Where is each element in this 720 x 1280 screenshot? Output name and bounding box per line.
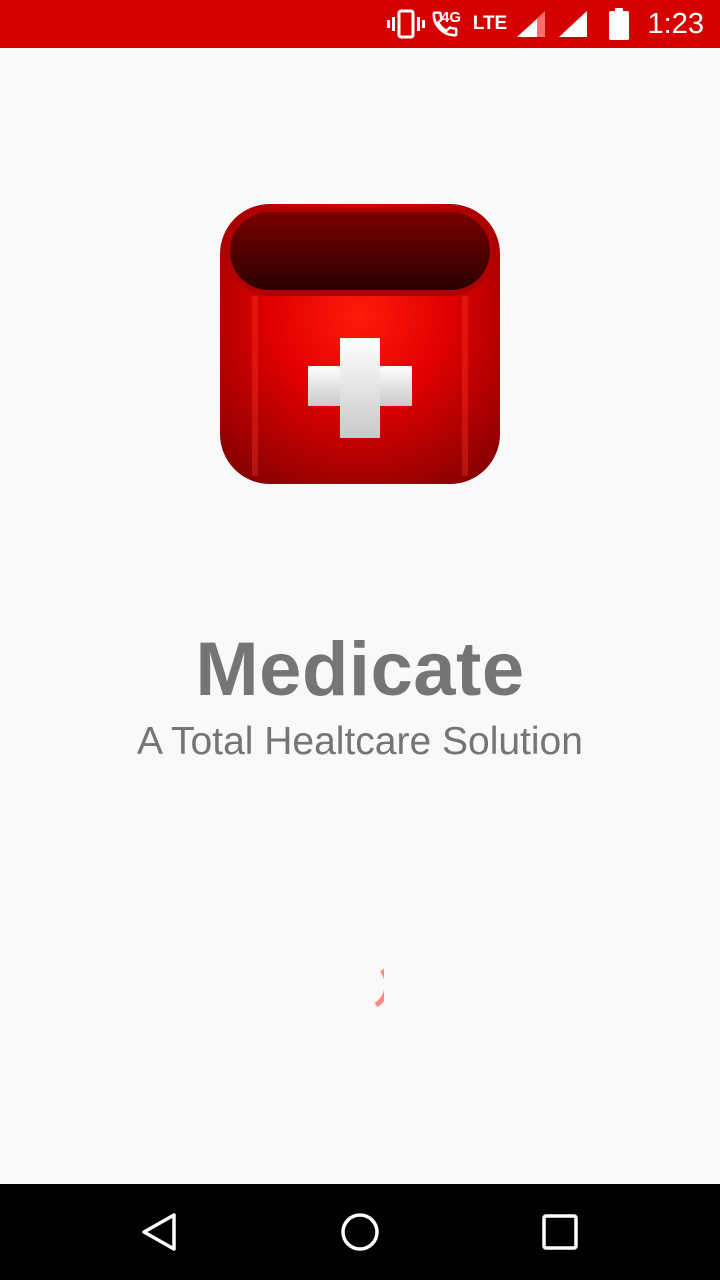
status-time: 1:23 (647, 8, 704, 40)
back-button[interactable] (128, 1200, 192, 1264)
loading-spinner-icon (336, 962, 390, 1010)
app-logo-icon (216, 200, 504, 488)
lte-label: LTE (472, 13, 508, 34)
network-4g-label: 4G (441, 9, 462, 26)
battery-icon (604, 0, 634, 48)
splash-screen: 4G LTE 1:23 Medicate A Total Healtcare S… (0, 0, 720, 1280)
home-button[interactable] (328, 1200, 392, 1264)
back-icon (142, 1213, 176, 1251)
vibrate-icon (386, 0, 426, 48)
home-icon (341, 1213, 379, 1251)
signal-full-icon (556, 0, 590, 48)
navigation-bar (0, 1184, 720, 1280)
recents-icon (542, 1214, 578, 1250)
app-subtitle: A Total Healtcare Solution (137, 720, 583, 763)
recents-button[interactable] (528, 1200, 592, 1264)
signal-icon (514, 0, 548, 48)
status-bar: 4G LTE 1:23 (0, 0, 720, 48)
app-title: Medicate (195, 627, 525, 712)
